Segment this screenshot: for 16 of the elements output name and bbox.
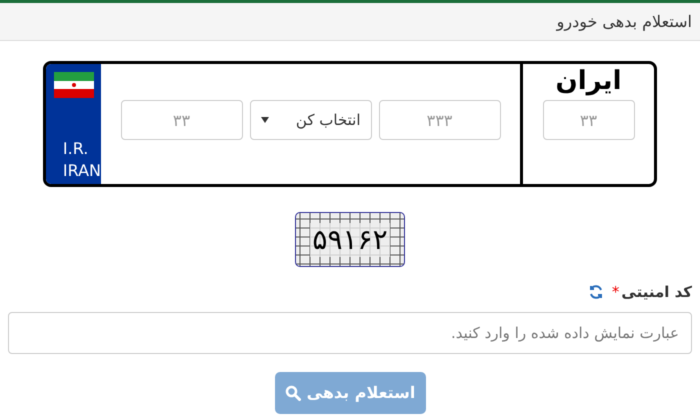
refresh-icon[interactable] (588, 284, 604, 300)
page-title: استعلام بدهی خودرو (556, 10, 692, 33)
search-icon (284, 384, 301, 400)
plate-number-field[interactable]: ۳۳ (120, 100, 242, 140)
region-code-field[interactable]: ۳۳ (542, 100, 634, 140)
country-name: IRAN (62, 160, 101, 182)
plate-number-field[interactable]: ۳۳۳ (378, 100, 500, 140)
letter-dropdown[interactable]: انتخاب کن (250, 100, 372, 140)
country-code: I.R. (62, 138, 88, 160)
required-mark: * (612, 282, 620, 303)
flag-icon (54, 72, 94, 98)
captcha-image: ۵۹۱۶۲ (295, 212, 405, 267)
security-code-label: کد امنیتی (621, 282, 692, 303)
security-code-field[interactable]: عبارت نمایش داده شده را وارد کنید. (8, 312, 692, 354)
plate-region-label: ایران (556, 66, 622, 96)
caret-icon (260, 117, 268, 123)
